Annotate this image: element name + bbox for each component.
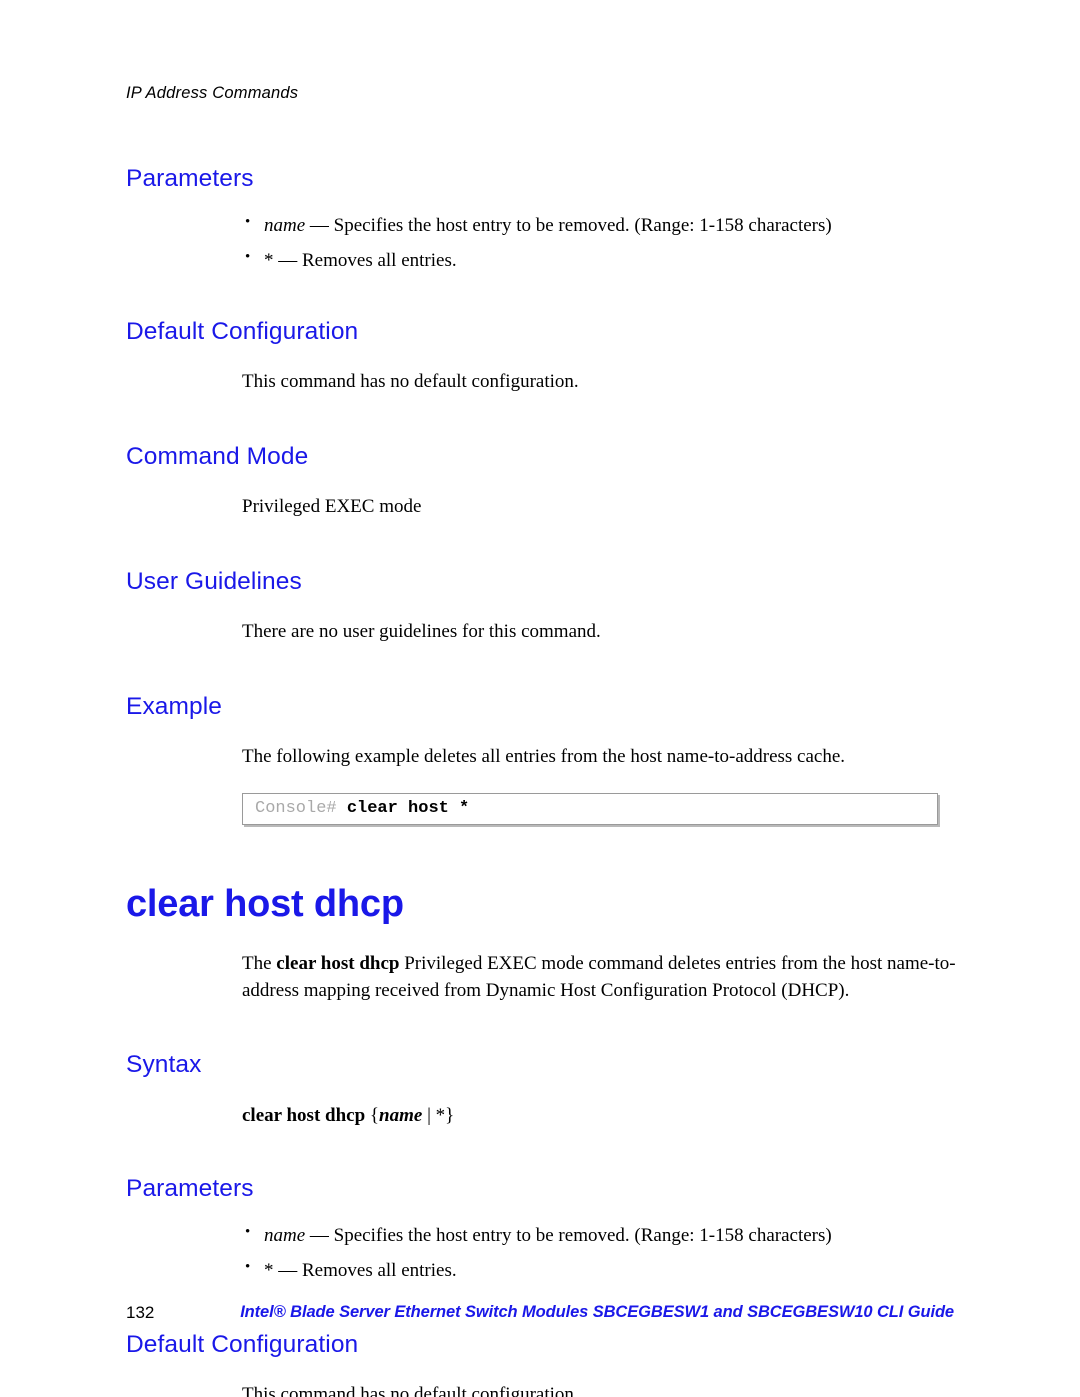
user-guidelines-text: There are no user guidelines for this co… bbox=[242, 620, 601, 642]
syntax-command: clear host dhcp bbox=[242, 1104, 366, 1126]
param-desc: — Specifies the host entry to be removed… bbox=[305, 214, 832, 236]
example-block: The following example deletes all entrie… bbox=[242, 744, 956, 771]
page-content: Parameters name — Specifies the host ent… bbox=[126, 150, 956, 1397]
param-term: name bbox=[264, 214, 306, 236]
command-title: clear host dhcp bbox=[126, 882, 404, 925]
default-configuration-2-text: This command has no default configuratio… bbox=[242, 1383, 579, 1397]
command-description-block: The clear host dhcp Privileged EXEC mode… bbox=[242, 951, 956, 1005]
heading-command-mode: Command Mode bbox=[126, 443, 309, 471]
syntax-line: clear host dhcp {name | *} bbox=[242, 1103, 956, 1130]
parameters-2-list: name — Specifies the host entry to be re… bbox=[242, 1222, 956, 1285]
parameters-1-list: name — Specifies the host entry to be re… bbox=[242, 212, 956, 275]
command-mode-text: Privileged EXEC mode bbox=[242, 495, 422, 517]
console-prompt: Console# bbox=[255, 799, 347, 819]
param-term: name bbox=[264, 1225, 306, 1247]
syntax-argument: name bbox=[379, 1104, 423, 1126]
parameters-2-block: name — Specifies the host entry to be re… bbox=[242, 1222, 956, 1285]
list-item: * — Removes all entries. bbox=[242, 247, 956, 275]
syntax-separator: | * bbox=[422, 1104, 446, 1126]
default-configuration-2-block: This command has no default configuratio… bbox=[242, 1382, 956, 1397]
page-footer: 132 Intel® Blade Server Ethernet Switch … bbox=[0, 1303, 1080, 1329]
default-configuration-1-text: This command has no default configuratio… bbox=[242, 371, 579, 393]
heading-syntax: Syntax bbox=[126, 1050, 202, 1078]
param-desc: — Removes all entries. bbox=[273, 1260, 457, 1282]
page-number: 132 bbox=[126, 1303, 155, 1322]
console-command: clear host * bbox=[346, 799, 470, 819]
list-item: * — Removes all entries. bbox=[242, 1257, 956, 1285]
param-term: * bbox=[264, 1260, 274, 1282]
running-header: IP Address Commands bbox=[126, 84, 299, 102]
param-term: * bbox=[264, 249, 274, 271]
syntax-block: clear host dhcp {name | *} bbox=[242, 1103, 956, 1130]
syntax-close-brace: } bbox=[445, 1104, 455, 1126]
heading-default-configuration-2: Default Configuration bbox=[126, 1330, 359, 1358]
parameters-1-block: name — Specifies the host entry to be re… bbox=[242, 212, 956, 275]
example-text: The following example deletes all entrie… bbox=[242, 745, 846, 767]
heading-example: Example bbox=[126, 692, 223, 720]
footer-title: Intel® Blade Server Ethernet Switch Modu… bbox=[232, 1303, 954, 1322]
default-configuration-1-block: This command has no default configuratio… bbox=[242, 369, 956, 396]
command-mode-block: Privileged EXEC mode bbox=[242, 494, 956, 521]
description-lead: The bbox=[242, 952, 277, 974]
user-guidelines-block: There are no user guidelines for this co… bbox=[242, 619, 956, 646]
heading-parameters-2: Parameters bbox=[126, 1175, 254, 1203]
document-page: IP Address Commands Parameters name — Sp… bbox=[0, 0, 1080, 1397]
heading-default-configuration-1: Default Configuration bbox=[126, 318, 359, 346]
list-item: name — Specifies the host entry to be re… bbox=[242, 1222, 956, 1250]
heading-user-guidelines: User Guidelines bbox=[126, 567, 302, 595]
command-description: The clear host dhcp Privileged EXEC mode… bbox=[242, 951, 956, 1005]
param-desc: — Specifies the host entry to be removed… bbox=[305, 1225, 832, 1247]
console-code-block: Console# clear host * bbox=[242, 792, 938, 825]
syntax-open-brace: { bbox=[365, 1104, 380, 1126]
heading-parameters-1: Parameters bbox=[126, 165, 254, 192]
list-item: name — Specifies the host entry to be re… bbox=[242, 212, 956, 240]
param-desc: — Removes all entries. bbox=[273, 249, 457, 271]
description-command-name: clear host dhcp bbox=[276, 952, 400, 974]
